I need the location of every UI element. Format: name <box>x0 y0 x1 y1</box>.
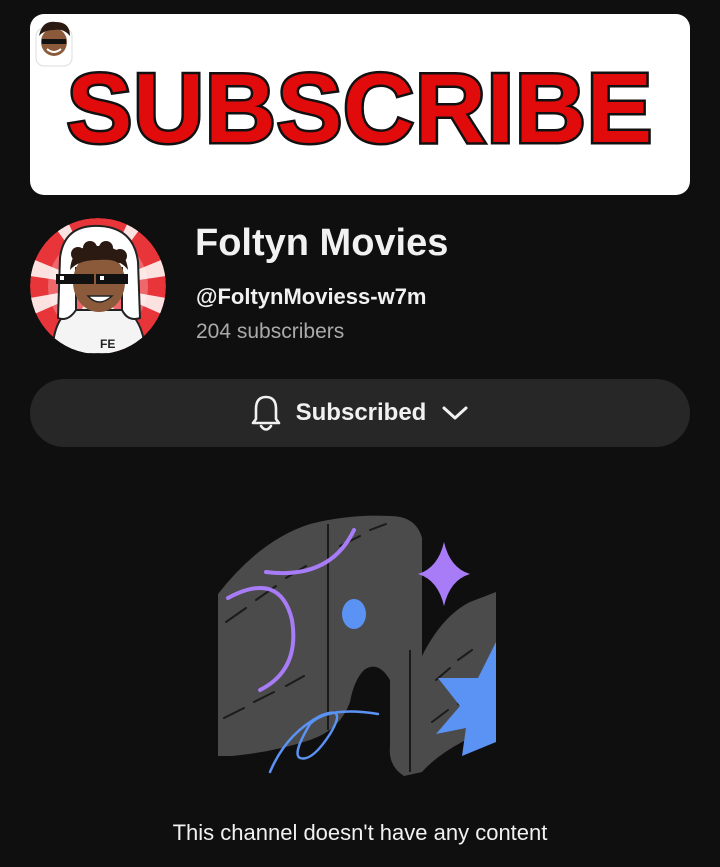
channel-banner: SUBSCRIBE <box>30 14 690 195</box>
avatar-image: FE <box>30 218 166 354</box>
chevron-down-icon <box>442 406 468 420</box>
channel-avatar[interactable]: FE <box>30 218 166 354</box>
empty-channel-illustration <box>218 515 496 776</box>
svg-text:FE: FE <box>100 337 115 351</box>
bell-icon <box>251 395 280 431</box>
channel-name: Foltyn Movies <box>195 222 449 264</box>
subscribed-button-label: Subscribed <box>295 399 427 426</box>
subscriber-count: 204 subscribers <box>196 320 345 343</box>
channel-handle: @FoltynMoviess-w7m <box>196 284 427 309</box>
empty-state-message: This channel doesn't have any content <box>172 820 548 845</box>
subscribed-button[interactable]: Subscribed <box>30 379 690 447</box>
banner-subscribe-text: SUBSCRIBE <box>64 53 654 163</box>
